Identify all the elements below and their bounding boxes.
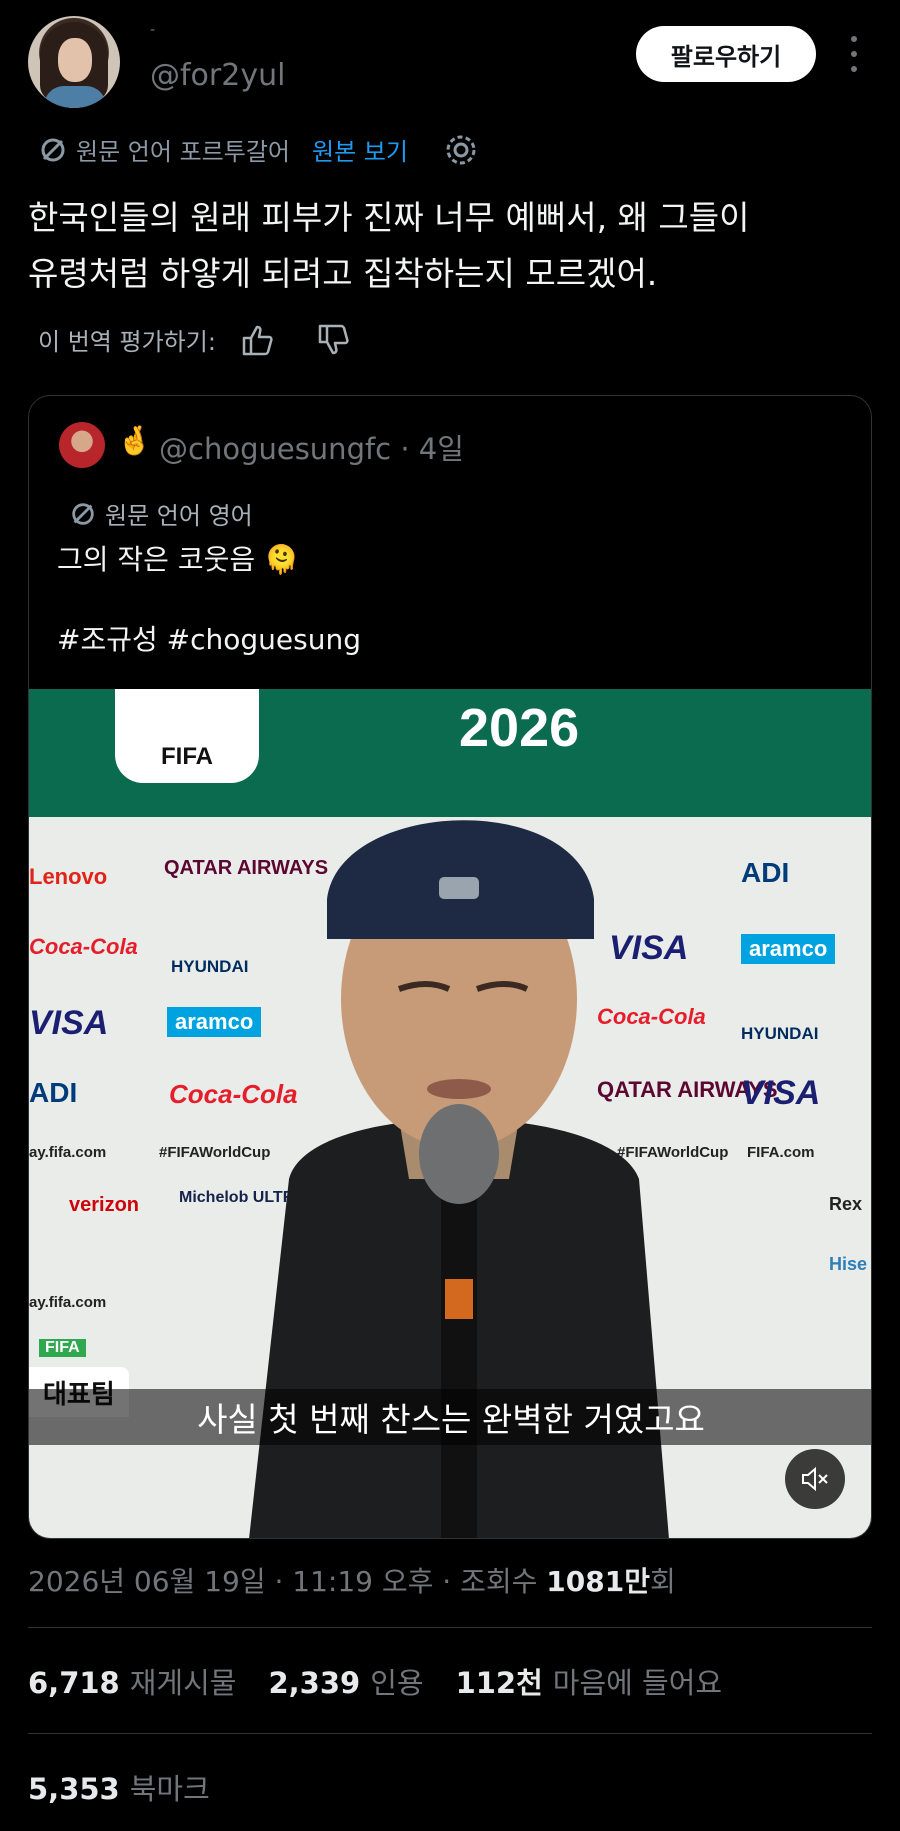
engagement-stats: 6,718 재게시물 2,339 인용 112천 마음에 들어요	[28, 1660, 722, 1702]
tweet-text: 한국인들의 원래 피부가 진짜 너무 예뻐서, 왜 그들이 유령처럼 하얗게 되…	[28, 190, 868, 302]
avatar[interactable]	[28, 16, 120, 108]
thumbs-down-icon[interactable]	[316, 323, 352, 357]
more-options-icon[interactable]	[848, 36, 860, 72]
tweet-meta: 2026년 06월 19일 · 11:19 오후 · 조회수 1081만회	[28, 1560, 676, 1600]
fifa-logo: FIFA	[115, 689, 259, 783]
video-player[interactable]: FIFA 2026 Lenovo QATAR AIRWAYS Coca-Cola…	[29, 689, 871, 1538]
bookmarks-stat[interactable]: 5,353 북마크	[28, 1766, 210, 1808]
user-handle[interactable]: @for2yul	[150, 58, 285, 93]
divider	[28, 1733, 872, 1734]
view-suffix: 회	[650, 1565, 676, 1598]
divider	[28, 1627, 872, 1628]
quoted-avatar[interactable]	[59, 422, 105, 468]
view-original-link[interactable]: 원본 보기	[312, 132, 408, 167]
translation-info-row: 원문 언어 포르투갈어 원본 보기	[38, 132, 478, 167]
timestamp[interactable]: 2026년 06월 19일 · 11:19 오후 · 조회수	[28, 1565, 546, 1598]
quoted-translation-row: 원문 언어 영어	[69, 496, 253, 531]
rate-translation-row: 이 번역 평가하기:	[38, 322, 352, 357]
quoted-hashtags[interactable]: #조규성 #choguesung	[57, 618, 361, 658]
quoted-tweet-card[interactable]: 🤞 @choguesungfc · 4일 원문 언어 영어 그의 작은 코웃음 …	[28, 395, 872, 1539]
gear-icon[interactable]	[444, 133, 478, 167]
video-subtitle: 사실 첫 번째 찬스는 완벽한 거였고요	[29, 1389, 871, 1445]
tweet-text-line: 유령처럼 하얗게 되려고 집착하는지 모르겠어.	[28, 254, 658, 293]
display-name: -	[150, 22, 156, 38]
rate-translation-label: 이 번역 평가하기:	[38, 328, 216, 356]
quoted-source-language: 원문 언어 영어	[105, 502, 253, 530]
quotes-stat[interactable]: 2,339 인용	[268, 1660, 423, 1702]
quoted-text: 그의 작은 코웃음 🫠	[57, 543, 299, 576]
translate-icon	[72, 502, 94, 525]
source-language-label: 원문 언어 포르투갈어	[76, 138, 290, 166]
tweet-text-line: 한국인들의 원래 피부가 진짜 너무 예뻐서, 왜 그들이	[28, 198, 750, 237]
thumbs-up-icon[interactable]	[240, 323, 276, 357]
reposts-stat[interactable]: 6,718 재게시물	[28, 1660, 236, 1702]
mute-icon[interactable]	[785, 1449, 845, 1509]
crossed-fingers-emoji: 🤞	[117, 424, 152, 457]
quoted-handle[interactable]: @choguesungfc · 4일	[159, 426, 464, 468]
view-count: 1081만	[546, 1565, 650, 1598]
translate-icon	[41, 138, 65, 161]
follow-button[interactable]: 팔로우하기	[636, 26, 816, 82]
world-cup-year: 2026	[459, 698, 580, 758]
likes-stat[interactable]: 112천 마음에 들어요	[456, 1660, 723, 1702]
